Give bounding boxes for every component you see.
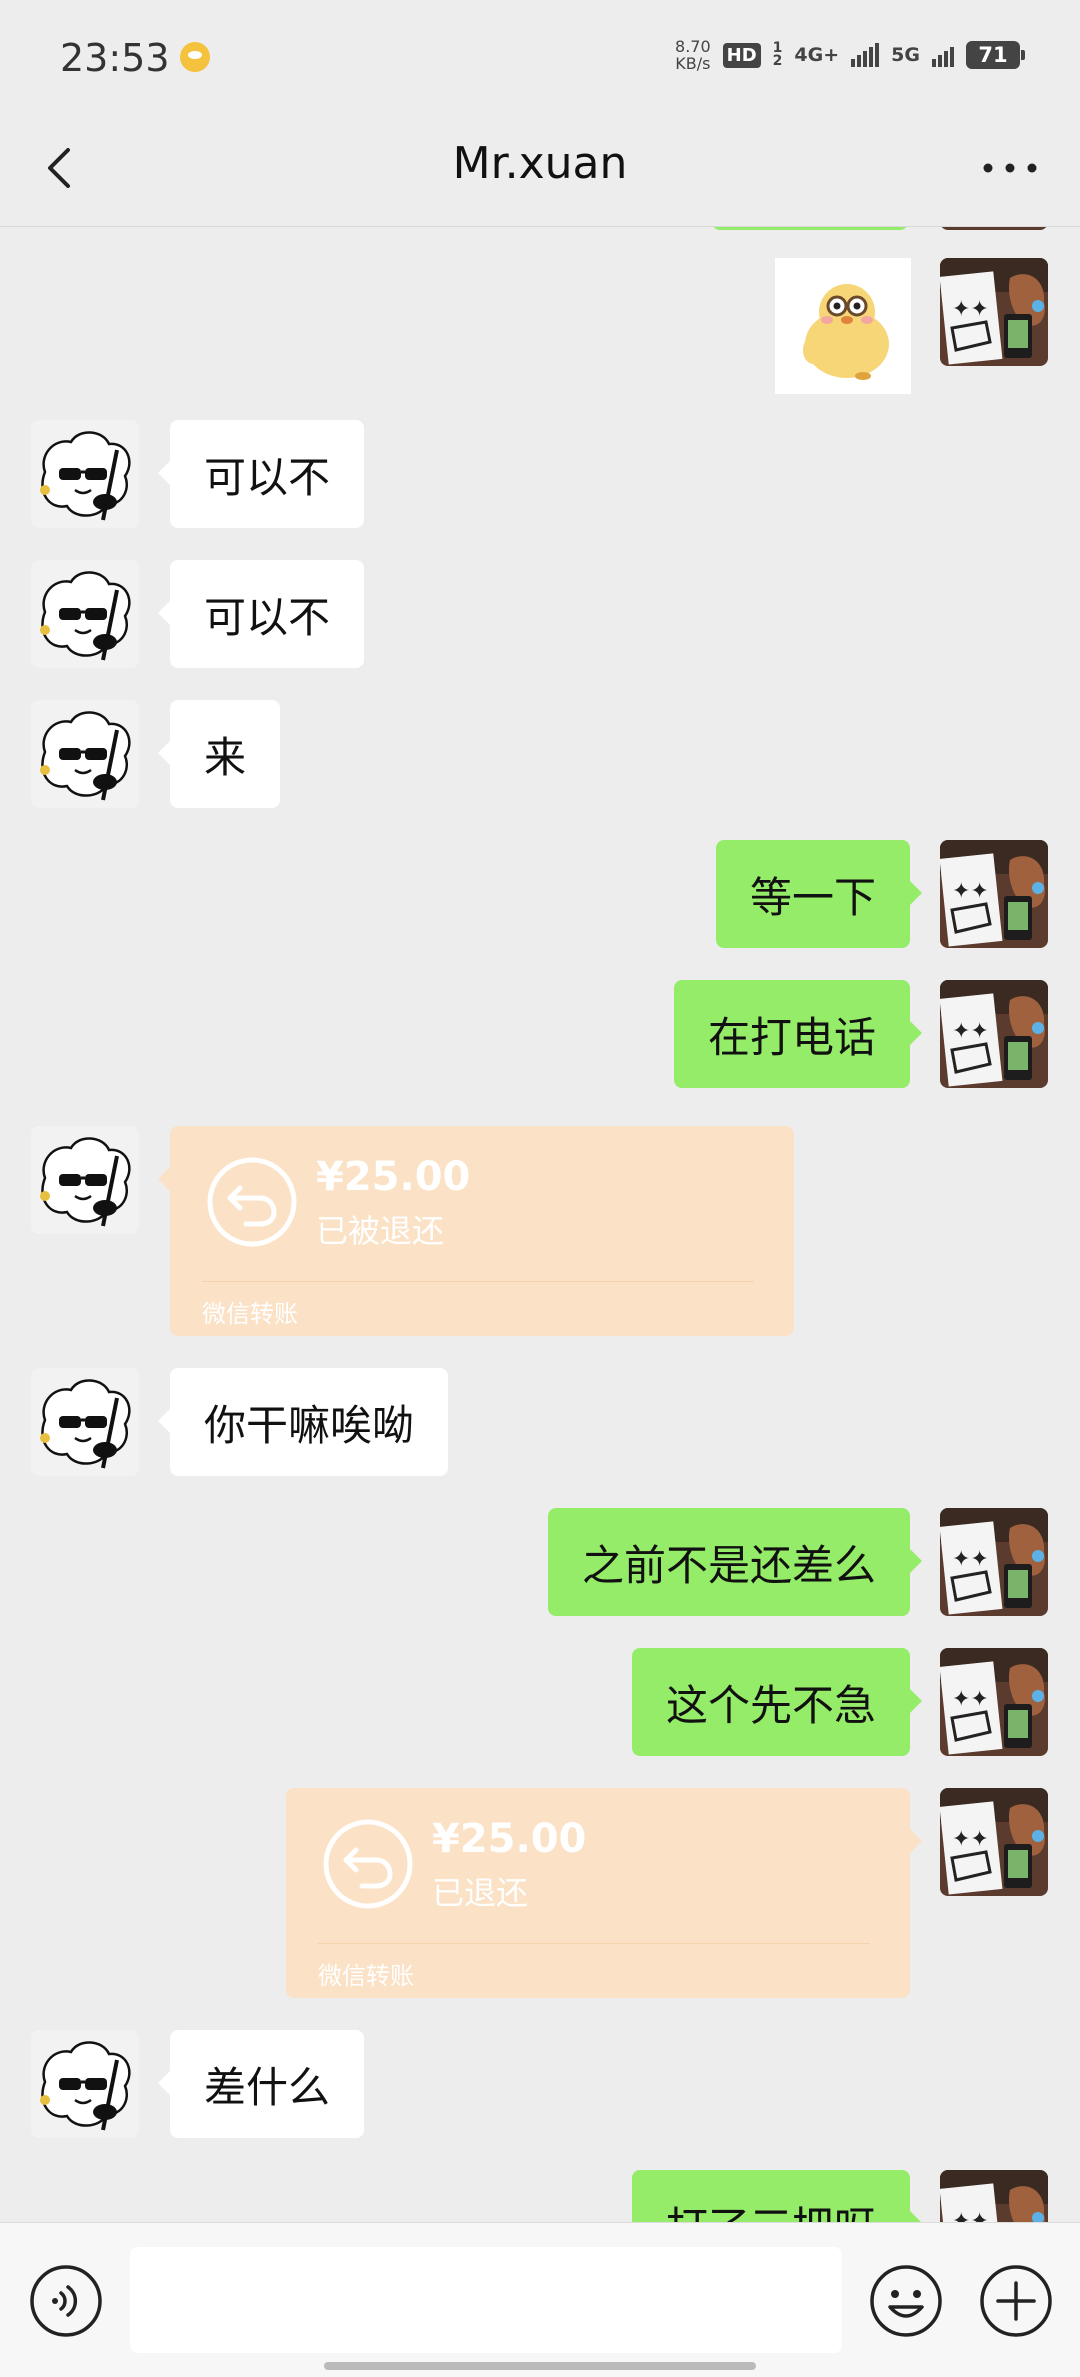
status-bar: 23:53 8.70 KB/s HD 1 2 4G+ 5G 71	[0, 0, 1080, 110]
more-dots-icon[interactable]	[980, 150, 1040, 186]
transfer-status: 已退还	[432, 1874, 529, 1912]
sim-indicator: 1 2	[772, 40, 783, 69]
message-bubble[interactable]: 可以不	[157, 420, 365, 528]
message-row: 来	[0, 700, 1080, 820]
contact-avatar[interactable]	[31, 700, 139, 808]
message-input[interactable]	[130, 2247, 842, 2353]
message-bubble[interactable]: 等一下	[715, 840, 923, 948]
divider	[202, 1281, 754, 1282]
message-bubble[interactable]: 差什么	[157, 2030, 365, 2138]
message-row: 差什么	[0, 2030, 1080, 2150]
transfer-label: 微信转账	[202, 1300, 298, 1328]
network-5g-label: 5G	[891, 44, 920, 66]
message-bubble[interactable]: 这个先不急	[631, 1648, 923, 1756]
message-row: ¥25.00 已被退还 微信转账	[0, 1126, 1080, 1346]
contact-avatar[interactable]	[31, 560, 139, 668]
signal-bars-icon	[851, 43, 880, 67]
self-avatar[interactable]	[940, 1508, 1048, 1616]
message-bubble[interactable]: 在打电话	[673, 980, 923, 1088]
message-bubble[interactable]: 来	[157, 700, 281, 808]
contact-avatar[interactable]	[31, 2030, 139, 2138]
voice-icon[interactable]	[28, 2263, 104, 2339]
contact-avatar[interactable]	[31, 1126, 139, 1234]
home-indicator[interactable]	[324, 2362, 756, 2370]
message-row	[0, 226, 1080, 416]
chat-header: Mr.xuan	[0, 110, 1080, 227]
message-bubble[interactable]: 可以不	[157, 560, 365, 668]
chat-title: Mr.xuan	[452, 138, 628, 189]
network-4g-label: 4G+	[794, 44, 840, 66]
self-avatar[interactable]	[940, 1788, 1048, 1896]
divider	[318, 1943, 870, 1944]
emoji-icon[interactable]	[868, 2263, 944, 2339]
self-avatar[interactable]	[940, 980, 1048, 1088]
signal-bars-icon	[932, 43, 954, 67]
plus-icon[interactable]	[978, 2263, 1054, 2339]
message-bubble[interactable]: 打了三把呀	[631, 2170, 923, 2222]
message-list[interactable]: 可以不 可以不 来 等一下 在打电话 ¥25.00 已被退还 微信转账 你干嘛唉…	[0, 226, 1080, 2222]
message-bubble[interactable]: 你干嘛唉呦	[157, 1368, 449, 1476]
refund-icon	[323, 1819, 413, 1909]
battery-indicator: 71	[966, 41, 1025, 69]
transfer-label: 微信转账	[318, 1962, 414, 1990]
transfer-amount: ¥25.00	[432, 1816, 587, 1862]
battery-level: 71	[978, 43, 1008, 67]
message-row: ¥25.00 已退还 微信转账	[0, 1788, 1080, 2008]
refund-icon	[207, 1157, 297, 1247]
transfer-card[interactable]: ¥25.00 已被退还 微信转账	[158, 1126, 794, 1336]
message-row: 可以不	[0, 420, 1080, 540]
sticker-image[interactable]	[775, 258, 911, 394]
app-notification-icon	[180, 42, 210, 72]
message-row: 在打电话	[0, 980, 1080, 1100]
contact-avatar[interactable]	[31, 420, 139, 528]
message-row: 等一下	[0, 840, 1080, 960]
network-speed-unit: KB/s	[675, 54, 711, 73]
input-bar	[0, 2222, 1080, 2377]
message-row: 这个先不急	[0, 1648, 1080, 1768]
status-indicators: 8.70 KB/s HD 1 2 4G+ 5G 71	[675, 38, 1025, 72]
self-avatar[interactable]	[940, 1648, 1048, 1756]
transfer-amount: ¥25.00	[316, 1154, 471, 1200]
message-row: 你干嘛唉呦	[0, 1368, 1080, 1488]
transfer-status: 已被退还	[316, 1212, 445, 1250]
network-speed: 8.70 KB/s	[675, 38, 711, 72]
self-avatar[interactable]	[940, 840, 1048, 948]
transfer-card[interactable]: ¥25.00 已退还 微信转账	[286, 1788, 922, 1998]
message-bubble[interactable]: 之前不是还差么	[547, 1508, 923, 1616]
self-avatar[interactable]	[940, 2170, 1048, 2222]
self-avatar[interactable]	[940, 258, 1048, 366]
message-row: 打了三把呀	[0, 2170, 1080, 2222]
network-speed-value: 8.70	[675, 37, 711, 56]
message-row: 之前不是还差么	[0, 1508, 1080, 1628]
status-time: 23:53	[60, 36, 170, 80]
message-row: 可以不	[0, 560, 1080, 680]
hd-badge: HD	[722, 42, 761, 68]
contact-avatar[interactable]	[31, 1368, 139, 1476]
